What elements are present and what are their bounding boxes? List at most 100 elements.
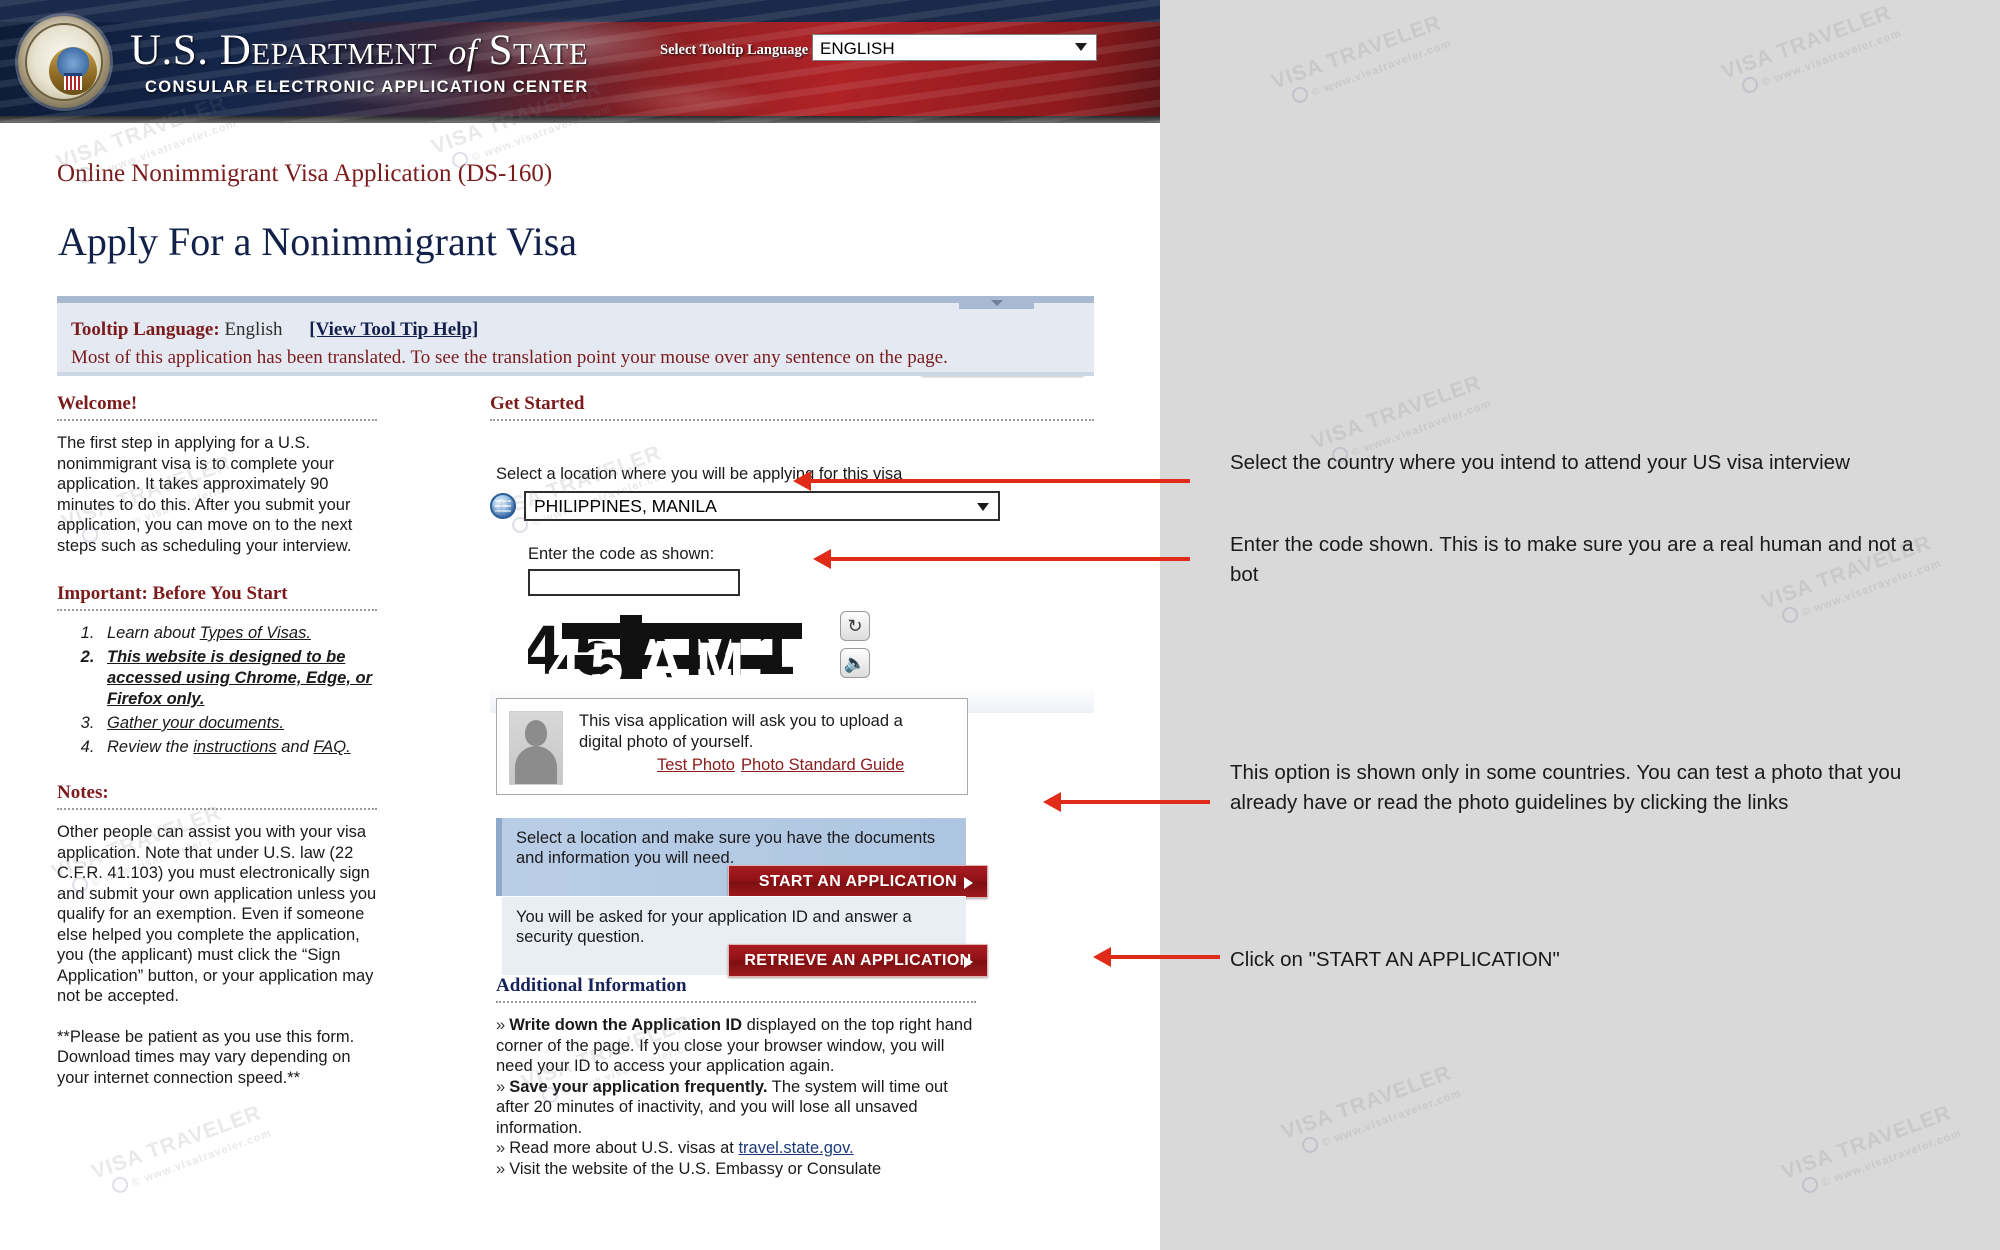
application-actions-panel: Select a location and make sure you have… — [496, 818, 988, 977]
list-item: Learn about Types of Visas. — [99, 623, 377, 644]
notes-divider — [57, 808, 377, 810]
travel-state-gov-link[interactable]: travel.state.gov. — [738, 1139, 853, 1157]
annotation-panel: Select the country where you intend to a… — [1160, 0, 2000, 1250]
person-avatar-icon — [509, 711, 563, 785]
gather-documents-link[interactable]: Gather your documents. — [107, 714, 284, 732]
watermark-line2: © www.visatraveler.com — [1820, 1127, 1964, 1190]
addl-item-3-rest: Read more about U.S. visas at — [509, 1139, 739, 1157]
watermark-line2: © www.visatraveler.com — [1310, 37, 1454, 100]
tooltip-language-select[interactable]: ENGLISH — [812, 34, 1097, 61]
department-of-state-seal-icon — [18, 16, 110, 108]
list-item: Gather your documents. — [99, 713, 377, 734]
photo-links: Test Photo Photo Standard Guide — [657, 756, 910, 775]
notes-heading: Notes: — [57, 782, 109, 803]
watermark-line2-wrap: © www.visatraveler.com — [1739, 23, 1904, 96]
chevron-down-icon — [1075, 43, 1087, 51]
addl-item-2-bold: Save your application frequently. — [509, 1077, 768, 1096]
photo-upload-panel: This visa application will ask you to up… — [496, 698, 968, 795]
annotation-start-application: Click on "START AN APPLICATION" — [1230, 948, 1560, 971]
captcha-code-label: Enter the code as shown: — [528, 545, 715, 563]
captcha-image: 4 5 A M 1 4 5 A M — [528, 611, 828, 683]
faq-link[interactable]: FAQ. — [313, 738, 350, 756]
refresh-icon: ↻ — [847, 615, 863, 636]
tooltip-banner-label: Tooltip Language: — [71, 319, 220, 340]
page-subtitle: Online Nonimmigrant Visa Application (DS… — [57, 160, 553, 187]
audio-speaker-icon: 🔈 — [843, 652, 867, 673]
watermark-line1: VISA TRAVELER — [1268, 11, 1445, 94]
tooltip-language-label: Select Tooltip Language — [660, 42, 809, 58]
start-application-row: Select a location and make sure you have… — [496, 818, 988, 898]
retrieve-application-text: You will be asked for your application I… — [516, 908, 912, 946]
dept-title-tate: TATE — [513, 36, 589, 71]
location-select-value: PHILIPPINES, MANILA — [534, 496, 717, 516]
annotation-photo: This option is shown only in some countr… — [1230, 761, 1902, 814]
bullet-icon: » — [496, 1139, 506, 1157]
watermark-line1: VISA TRAVELER — [1278, 1061, 1455, 1144]
important-divider — [57, 609, 377, 611]
watermark-line2: © www.visatraveler.com — [1760, 27, 1904, 90]
callout-arrow-captcha — [813, 549, 1190, 569]
additional-information-list: » Write down the Application ID displayed… — [496, 1015, 976, 1179]
start-application-text: Select a location and make sure you have… — [516, 829, 936, 867]
dept-title-s: S — [488, 27, 514, 74]
watermark: VISA TRAVELER© www.visatraveler.com — [1268, 10, 1453, 111]
callout-arrow-photo — [1043, 792, 1210, 812]
department-subtitle: CONSULAR ELECTRONIC APPLICATION CENTER — [145, 78, 589, 96]
get-started-heading: Get Started — [490, 393, 585, 414]
dept-title-of: of — [448, 32, 478, 72]
watermark: VISA TRAVELER© www.visatraveler.com — [88, 1100, 273, 1201]
location-select[interactable]: PHILIPPINES, MANILA — [524, 491, 1000, 521]
important-heading: Important: Before You Start — [57, 583, 288, 604]
tooltip-language-value: ENGLISH — [820, 39, 895, 58]
globe-icon — [490, 493, 516, 519]
department-title: U.S. DEPARTMENT of STATE — [130, 26, 588, 75]
list-item: » Write down the Application ID displayed… — [496, 1015, 976, 1077]
retrieve-application-button[interactable]: RETRIEVE AN APPLICATION — [728, 944, 988, 977]
retrieve-application-row: You will be asked for your application I… — [496, 896, 988, 977]
watermark-line2-wrap: © www.visatraveler.com — [1799, 1123, 1964, 1196]
get-started-divider — [490, 419, 1094, 421]
start-application-button[interactable]: START AN APPLICATION — [728, 865, 988, 898]
additional-information-divider — [496, 1001, 976, 1003]
watermark-line1: VISA TRAVELER — [1778, 1101, 1955, 1184]
location-row: PHILIPPINES, MANILA — [490, 491, 1000, 521]
watermark-line2-wrap: © www.visatraveler.com — [109, 1123, 273, 1196]
watermark-line2-wrap: © www.visatraveler.com — [1289, 33, 1454, 106]
tooltip-banner-collapse-tab[interactable] — [959, 296, 1034, 309]
captcha-refresh-button[interactable]: ↻ — [840, 611, 870, 641]
captcha-area: 4 5 A M 1 4 5 A M ↻ 🔈 — [490, 603, 1094, 713]
captcha-code-input[interactable] — [528, 569, 740, 596]
additional-information-section: Additional Information » Write down the A… — [496, 975, 976, 1179]
watermark-line1: VISA TRAVELER — [1308, 371, 1485, 454]
arrow-right-icon — [964, 877, 973, 889]
addl-item-4-rest: Visit the website of the U.S. Embassy or… — [509, 1159, 882, 1178]
annotation-captcha: Enter the code shown. This is to make su… — [1230, 533, 1914, 586]
captcha-audio-button[interactable]: 🔈 — [840, 648, 870, 678]
view-tooltip-help-link[interactable]: [View Tool Tip Help] — [309, 319, 478, 340]
site-header: U.S. DEPARTMENT of STATE CONSULAR ELECTR… — [0, 0, 1160, 123]
tooltip-banner-value: English — [224, 319, 283, 340]
list-item: » Read more about U.S. visas at travel.st… — [496, 1138, 976, 1159]
instructions-link[interactable]: instructions — [193, 738, 276, 756]
step-4-mid: and — [276, 738, 314, 756]
tooltip-language-banner: Tooltip Language: English [View Tool Tip… — [57, 296, 1094, 376]
addl-item-1-bold: Write down the Application ID — [509, 1016, 743, 1034]
welcome-column: Welcome! The first step in applying for … — [57, 393, 377, 1088]
ds160-screenshot: U.S. DEPARTMENT of STATE CONSULAR ELECTR… — [0, 0, 1160, 1250]
test-photo-link[interactable]: Test Photo — [657, 756, 735, 774]
dept-title-epartment: EPARTMENT — [251, 36, 438, 71]
list-item: Review the instructions and FAQ. — [99, 737, 377, 758]
dept-title-us: U.S. — [130, 27, 220, 74]
step-1-prefix: Learn about — [107, 624, 200, 642]
welcome-heading: Welcome! — [57, 393, 138, 414]
photo-standard-guide-link[interactable]: Photo Standard Guide — [741, 756, 904, 774]
types-of-visas-link[interactable]: Types of Visas. — [200, 624, 311, 642]
browser-requirement-text: This website is designed to be accessed … — [107, 648, 372, 708]
annotation-location: Select the country where you intend to a… — [1230, 451, 1850, 474]
tooltip-banner-line1: Tooltip Language: English [View Tool Tip… — [71, 319, 478, 341]
welcome-divider — [57, 419, 377, 421]
watermark-line2-wrap: © www.visatraveler.com — [1299, 1083, 1463, 1156]
notes-paragraph-1: Other people can assist you with your vi… — [57, 823, 377, 1005]
get-started-column: Get Started Select a location where you … — [490, 393, 1094, 1178]
watermark: VISA TRAVELER© www.visatraveler.com — [1278, 1060, 1463, 1161]
